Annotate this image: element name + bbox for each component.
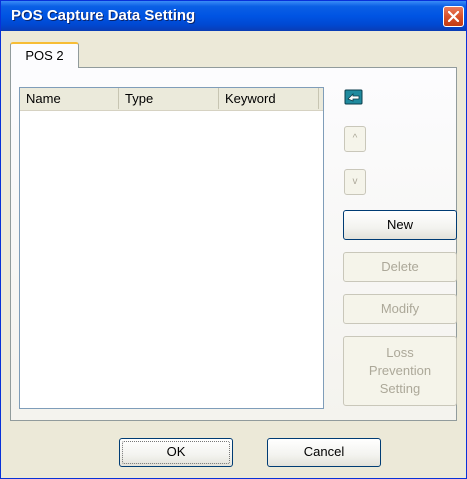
close-button[interactable] — [443, 6, 464, 27]
loss-prevention-label-line2: Prevention — [368, 363, 432, 378]
list-body[interactable] — [20, 111, 323, 408]
title-bar[interactable]: POS Capture Data Setting — [1, 1, 466, 31]
close-icon — [448, 11, 459, 22]
dialog-window: POS Capture Data Setting POS 2 Name Type… — [0, 0, 467, 479]
modify-label: Modify — [380, 301, 420, 316]
window-title: POS Capture Data Setting — [11, 7, 196, 24]
move-down-label: v — [352, 176, 358, 187]
cancel-button[interactable]: Cancel — [267, 438, 381, 467]
loss-prevention-label-line1: Loss — [386, 345, 414, 360]
delete-label: Delete — [381, 259, 419, 274]
loss-prevention-setting-button[interactable]: Loss Prevention Setting — [343, 336, 457, 406]
tab-label: POS 2 — [25, 48, 64, 63]
pointing-hand-icon[interactable] — [344, 87, 364, 107]
data-list[interactable]: Name Type Keyword — [19, 87, 324, 409]
column-header-keyword[interactable]: Keyword — [219, 88, 319, 109]
column-header-name[interactable]: Name — [20, 88, 119, 109]
modify-button[interactable]: Modify — [343, 294, 457, 324]
new-button[interactable]: New — [343, 210, 457, 240]
column-header-type[interactable]: Type — [119, 88, 219, 109]
new-label: New — [386, 217, 413, 232]
delete-button[interactable]: Delete — [343, 252, 457, 282]
move-down-button[interactable]: v — [344, 169, 366, 195]
list-header: Name Type Keyword — [20, 88, 323, 111]
ok-button[interactable]: OK — [119, 438, 233, 467]
move-up-button[interactable]: ^ — [344, 126, 366, 152]
cancel-label: Cancel — [303, 444, 345, 459]
move-up-label: ^ — [352, 133, 358, 144]
loss-prevention-label-line3: Setting — [379, 381, 421, 396]
tab-pos-2[interactable]: POS 2 — [10, 42, 79, 68]
focus-ring — [122, 441, 230, 464]
